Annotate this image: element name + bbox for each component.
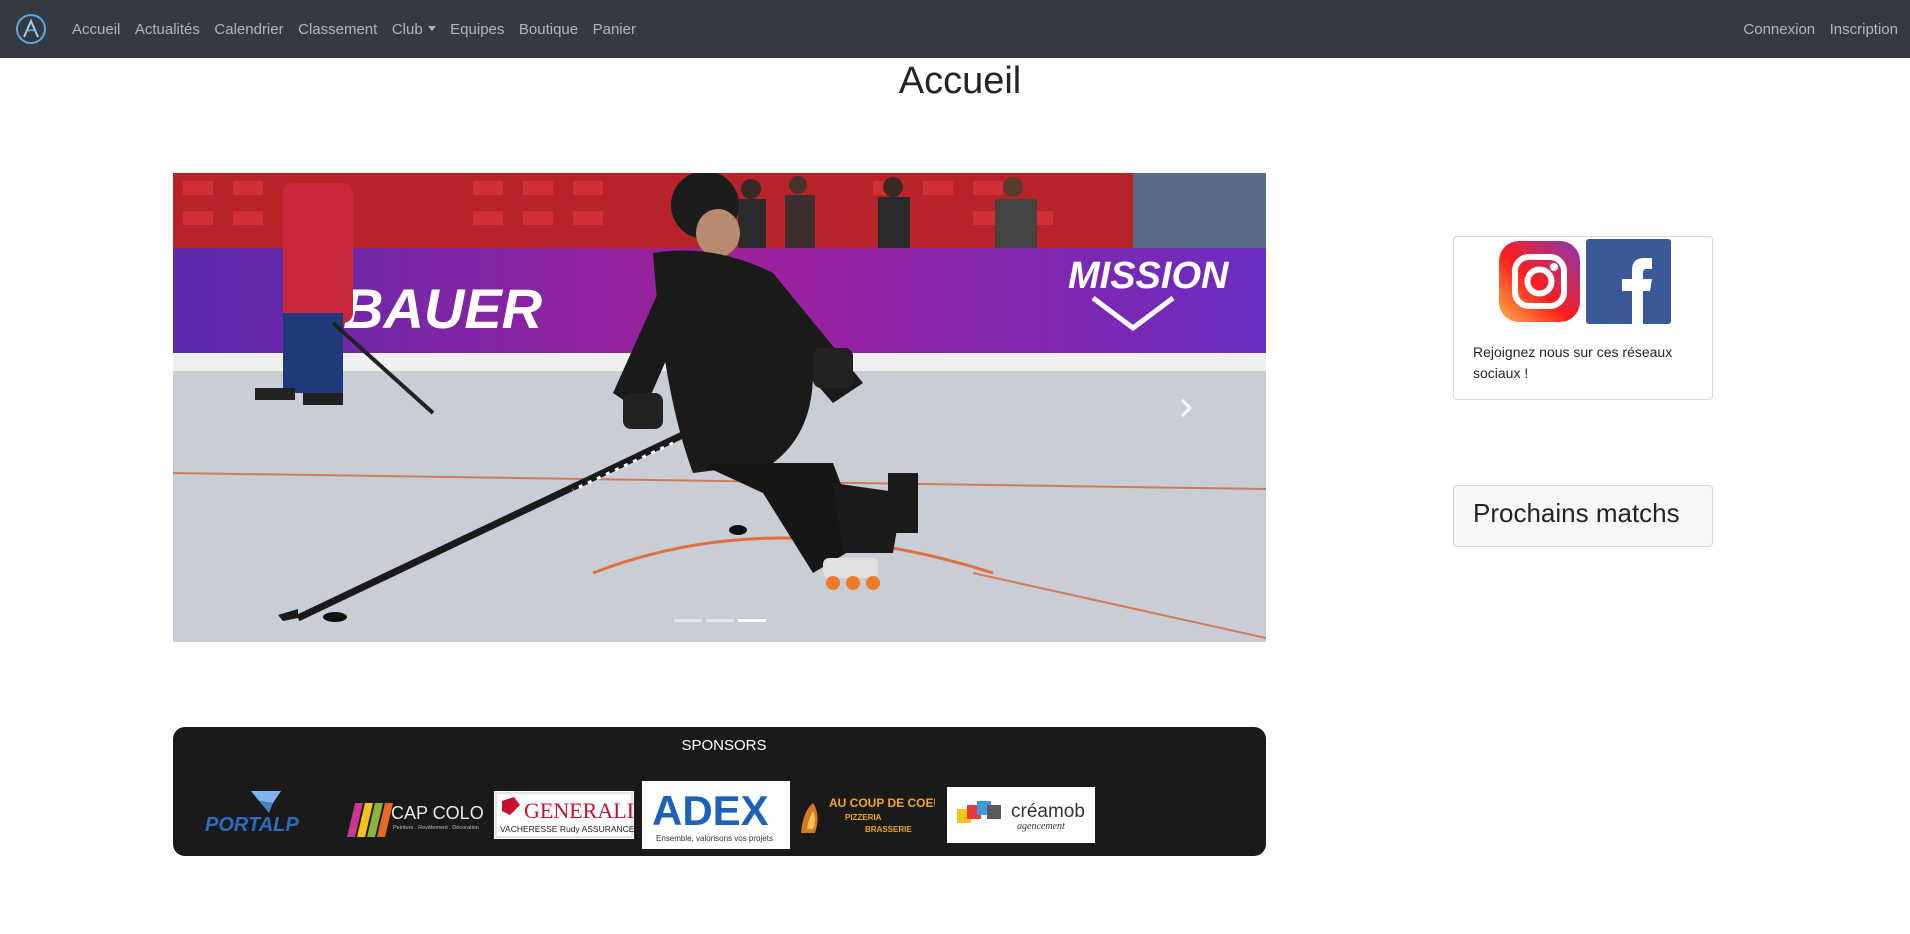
sponsor-logo-generali[interactable]: GENERALI VACHERESSE Rudy ASSURANCES (494, 791, 634, 839)
upcoming-matches-card: Prochains matchs (1453, 485, 1713, 547)
nav-accueil[interactable]: Accueil (72, 21, 120, 38)
sponsors-title: SPONSORS (681, 737, 767, 754)
nav-connexion[interactable]: Connexion (1743, 21, 1815, 38)
social-icons (1497, 239, 1671, 324)
creamob-sub: agencement (1017, 821, 1065, 832)
sponsor-logo-adex[interactable]: ADEX Ensemble, valorisons vos projets (642, 781, 790, 849)
nav-calendrier[interactable]: Calendrier (214, 21, 283, 38)
social-card: Rejoignez nous sur ces réseaux sociaux ! (1453, 236, 1713, 400)
sponsor-logo-capcolor[interactable]: CAP COLOR Peinture . Revêtement . Décora… (343, 795, 483, 841)
main-nav: Accueil Actualités Calendrier Classement… (72, 0, 650, 58)
chevron-right-icon[interactable] (1176, 396, 1196, 420)
image-carousel[interactable]: BAUER MISSION (173, 173, 1266, 642)
sponsor-logo-portalp[interactable]: PORTALP (203, 787, 318, 839)
carousel-indicator-2[interactable] (705, 619, 734, 622)
portalp-label: PORTALP (205, 814, 299, 836)
coupdecoeur-sub2: BRASSERIE (865, 825, 912, 834)
facebook-icon[interactable] (1586, 239, 1671, 324)
capcolor-name: CAP COLOR (391, 803, 483, 823)
social-text: Rejoignez nous sur ces réseaux sociaux ! (1473, 344, 1673, 381)
club-logo-icon[interactable] (14, 12, 48, 46)
carousel-indicator-1[interactable] (673, 619, 702, 622)
instagram-icon[interactable] (1497, 239, 1582, 324)
sponsor-logo-creamob[interactable]: créamob agencement (947, 787, 1095, 843)
carousel-indicators (173, 619, 1266, 622)
nav-panier[interactable]: Panier (593, 21, 636, 38)
creamob-name: créamob (1011, 801, 1085, 822)
nav-equipes[interactable]: Equipes (450, 21, 504, 38)
banner-text-bauer: BAUER (343, 277, 543, 340)
nav-inscription[interactable]: Inscription (1830, 21, 1898, 38)
nav-club-dropdown[interactable]: Club (392, 21, 436, 38)
sponsor-logo-coupdecoeur[interactable]: AU COUP DE COEUR PIZZERIA BRASSERIE (795, 793, 935, 839)
adex-sub: Ensemble, valorisons vos projets (656, 834, 773, 843)
carousel-slide-image: BAUER MISSION (173, 173, 1266, 642)
upcoming-matches-title: Prochains matchs (1473, 498, 1680, 528)
carousel-indicator-3[interactable] (737, 619, 766, 622)
coupdecoeur-sub1: PIZZERIA (845, 813, 882, 822)
adex-name: ADEX (652, 787, 769, 834)
coupdecoeur-name: AU COUP DE COEUR (829, 796, 935, 810)
generali-name: GENERALI (524, 798, 634, 823)
top-navbar: Accueil Actualités Calendrier Classement… (0, 0, 1910, 58)
banner-text-mission: MISSION (1068, 255, 1230, 297)
nav-actualites[interactable]: Actualités (135, 21, 200, 38)
nav-boutique[interactable]: Boutique (519, 21, 578, 38)
auth-nav: Connexion Inscription (1729, 0, 1910, 58)
capcolor-tagline: Peinture . Revêtement . Décoration (393, 825, 479, 831)
page-title: Accueil (898, 60, 1022, 102)
nav-classement[interactable]: Classement (298, 21, 377, 38)
generali-sub: VACHERESSE Rudy ASSURANCES (500, 824, 634, 834)
sponsors-panel: SPONSORS PORTALP CAP COLOR Peinture . Re… (173, 727, 1266, 856)
